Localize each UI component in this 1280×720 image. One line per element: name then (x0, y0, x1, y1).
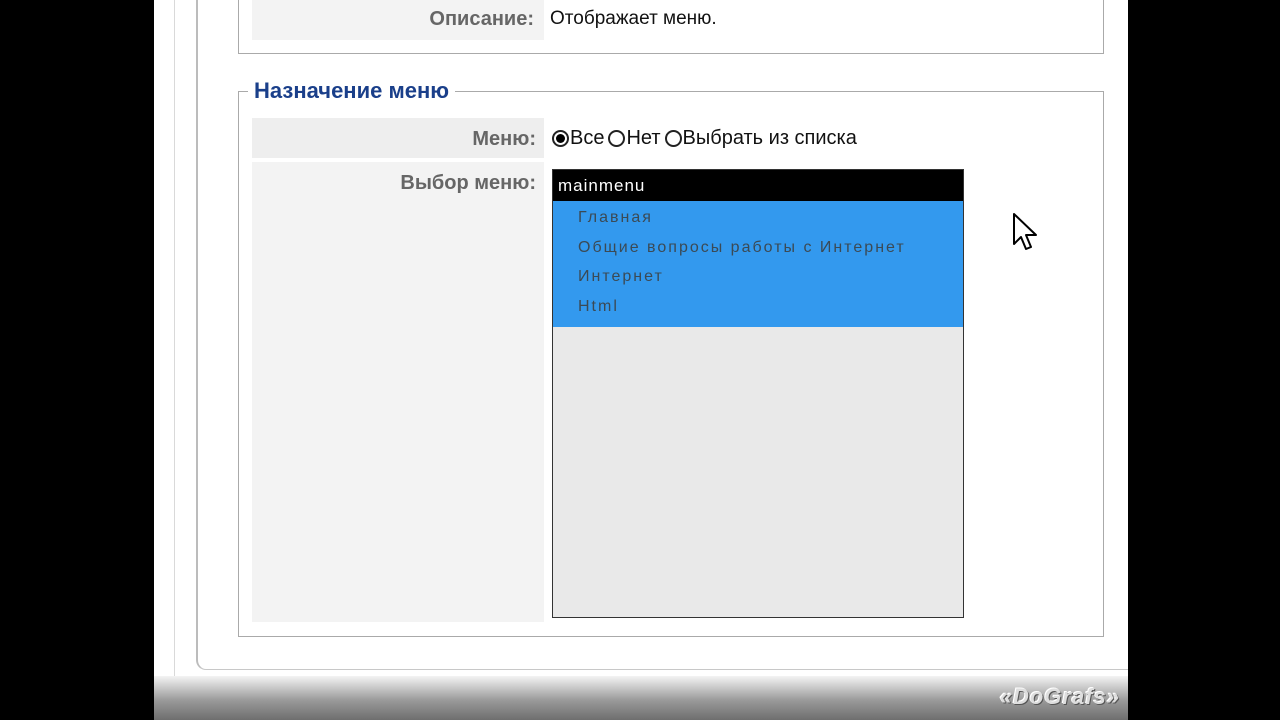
bottom-bar: «DoGrafs» (154, 676, 1128, 720)
menu-select-listbox[interactable]: mainmenu Главная Общие вопросы работы с … (552, 169, 964, 618)
description-label: Описание: (429, 8, 534, 30)
listbox-optgroup: mainmenu (553, 170, 963, 201)
radio-select-from-list[interactable]: Выбрать из списка (664, 127, 857, 150)
radio-all-label: Все (570, 127, 605, 149)
listbox-selected-items: Главная Общие вопросы работы с Интернет … (553, 201, 963, 327)
description-value: Отображает меню. (550, 8, 717, 29)
radio-select-from-list-label: Выбрать из списка (682, 127, 857, 149)
radio-none-label: Нет (626, 127, 661, 149)
description-label-cell: Описание: (252, 0, 544, 40)
menu-radio-group: Все Нет Выбрать из списка (552, 127, 861, 150)
radio-all[interactable]: Все (552, 127, 604, 150)
radio-all-input[interactable] (552, 130, 569, 147)
choose-menu-label: Выбор меню: (400, 172, 536, 194)
menu-label: Меню: (472, 128, 536, 150)
watermark: «DoGrafs» (999, 684, 1120, 709)
choose-menu-label-cell: Выбор меню: (252, 162, 544, 622)
radio-none[interactable]: Нет (608, 127, 661, 150)
menu-label-cell: Меню: (252, 118, 544, 158)
list-item[interactable]: Html (553, 292, 963, 322)
list-item[interactable]: Главная (553, 203, 963, 233)
menu-assignment-legend: Назначение меню (248, 78, 456, 104)
radio-select-from-list-input[interactable] (664, 130, 682, 147)
list-item[interactable]: Интернет (553, 262, 963, 292)
mouse-pointer-icon (1013, 213, 1037, 250)
list-item[interactable]: Общие вопросы работы с Интернет (553, 233, 963, 263)
radio-none-input[interactable] (608, 130, 626, 147)
params-area: Описание: Отображает меню. Назначение ме… (154, 0, 1128, 676)
